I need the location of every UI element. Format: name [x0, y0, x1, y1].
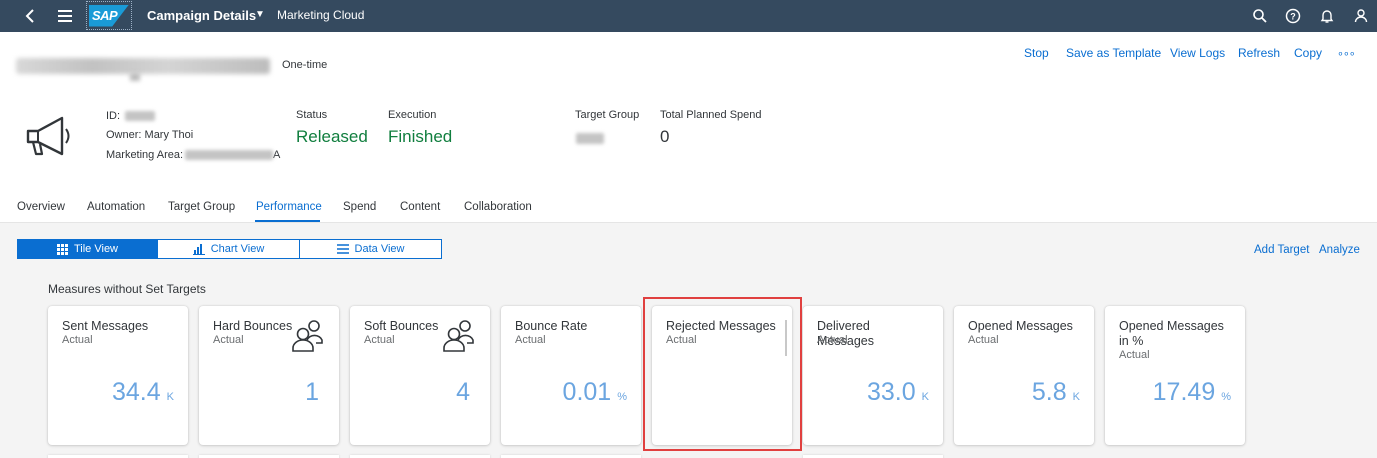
owner-label: Owner: — [106, 129, 142, 141]
marketing-area: Marketing Area: A — [106, 149, 280, 161]
analyze-link[interactable]: Analyze — [1319, 244, 1360, 256]
tab-spend[interactable]: Spend — [343, 201, 376, 213]
tile-value: 5.8 K — [1031, 378, 1080, 406]
app-subtitle: Marketing Cloud — [277, 8, 365, 22]
tile-subtitle: Actual — [968, 334, 999, 346]
list-icon — [336, 244, 349, 254]
user-icon[interactable] — [1352, 7, 1370, 25]
back-icon[interactable] — [22, 7, 40, 25]
caret-down-icon[interactable]: ▼ — [255, 9, 265, 20]
tile-value: 0.01% — [562, 378, 627, 406]
tile-opened-messages-percent[interactable]: Opened Messages in % Actual 17.49% — [1105, 306, 1245, 445]
planned-spend-label: Total Planned Spend — [660, 109, 762, 121]
campaign-type: One-time — [282, 59, 328, 71]
tile-opened-messages[interactable]: Opened Messages Actual 5.8 K — [954, 306, 1094, 445]
svg-text:?: ? — [1290, 12, 1296, 22]
tile-sent-messages[interactable]: Sent Messages Actual 34.4 K — [48, 306, 188, 445]
tile-subtitle: Actual — [62, 334, 93, 346]
refresh-button[interactable]: Refresh — [1238, 46, 1280, 60]
id-label: ID: — [106, 110, 121, 122]
tile-hard-bounces[interactable]: Hard Bounces Actual 1 — [199, 306, 339, 445]
data-view-button[interactable]: Data View — [299, 239, 442, 259]
area-value-suffix: A — [273, 149, 281, 161]
owner-value: Mary Thoi — [144, 129, 194, 141]
logo-text: SAP — [92, 8, 118, 23]
tile-subtitle: Actual — [364, 334, 395, 346]
tile-subtitle: Actual — [515, 334, 546, 346]
sap-logo[interactable]: SAP — [86, 1, 132, 30]
people-icon — [443, 320, 474, 352]
bar-chart-icon — [192, 243, 205, 255]
tile-value: 4 — [456, 378, 470, 406]
megaphone-icon — [26, 116, 70, 156]
tile-subtitle: Actual — [1119, 349, 1150, 361]
planned-spend-value: 0 — [660, 127, 670, 146]
area-label: Marketing Area: — [106, 149, 184, 161]
app-title[interactable]: Campaign Details — [147, 8, 256, 23]
tile-value: 17.49% — [1152, 378, 1231, 406]
tile-soft-bounces[interactable]: Soft Bounces Actual 4 — [350, 306, 490, 445]
tile-title: Opened Messages — [968, 319, 1073, 333]
campaign-owner: Owner: Mary Thoi — [106, 129, 193, 141]
tile-value: 1 — [305, 378, 319, 406]
people-icon — [292, 320, 323, 352]
tile-value: 33.0 K — [866, 378, 929, 406]
target-group-value-redacted — [576, 133, 604, 144]
chart-view-label: Chart View — [210, 243, 265, 255]
search-icon[interactable] — [1251, 7, 1269, 25]
chart-view-button[interactable]: Chart View — [157, 239, 300, 259]
tile-bounce-rate[interactable]: Bounce Rate Actual 0.01% — [501, 306, 641, 445]
add-target-link[interactable]: Add Target — [1254, 244, 1309, 256]
tab-automation[interactable]: Automation — [87, 201, 145, 213]
tile-subtitle: Actual — [213, 334, 244, 346]
menu-icon[interactable] — [56, 7, 74, 25]
status-value: Released — [296, 127, 368, 146]
stop-button[interactable]: Stop — [1024, 46, 1049, 60]
execution-label: Execution — [388, 109, 437, 121]
tab-overview[interactable]: Overview — [17, 201, 65, 213]
campaign-name-redacted — [16, 58, 270, 74]
tile-delivered-messages[interactable]: Delivered Messages Actual 33.0 K — [803, 306, 943, 445]
area-value-redacted — [185, 150, 274, 161]
id-value-redacted — [125, 111, 156, 122]
shell-bar: SAP Campaign Details ▼ Marketing Cloud ? — [0, 0, 1377, 32]
tab-collaboration[interactable]: Collaboration — [464, 201, 532, 213]
grid-icon — [56, 243, 68, 255]
tab-target-group[interactable]: Target Group — [168, 201, 235, 213]
save-as-template-button[interactable]: Save as Template — [1066, 46, 1161, 60]
tile-subtitle: Actual — [817, 334, 848, 346]
tile-value: 34.4 K — [111, 378, 174, 406]
tile-title: Bounce Rate — [515, 319, 588, 333]
tile-view-button[interactable]: Tile View — [17, 239, 158, 259]
tab-content[interactable]: Content — [400, 201, 440, 213]
view-logs-button[interactable]: View Logs — [1170, 46, 1225, 60]
tile-view-label: Tile View — [73, 243, 119, 255]
highlight-frame — [643, 297, 802, 451]
campaign-name-redacted-tail — [130, 73, 140, 81]
group-title: Measures without Set Targets — [48, 282, 206, 296]
campaign-id: ID: — [106, 110, 156, 122]
copy-button[interactable]: Copy — [1294, 46, 1322, 60]
more-icon[interactable]: ∘∘∘ — [1337, 47, 1356, 60]
tile-title: Sent Messages — [62, 319, 149, 333]
execution-value: Finished — [388, 127, 453, 146]
bell-icon[interactable] — [1318, 7, 1336, 25]
status-label: Status — [296, 109, 328, 121]
tab-performance[interactable]: Performance — [256, 201, 322, 213]
help-icon[interactable]: ? — [1284, 7, 1302, 25]
target-group-label: Target Group — [575, 109, 640, 121]
tile-title: Opened Messages in % — [1119, 319, 1224, 348]
data-view-label: Data View — [354, 243, 405, 255]
